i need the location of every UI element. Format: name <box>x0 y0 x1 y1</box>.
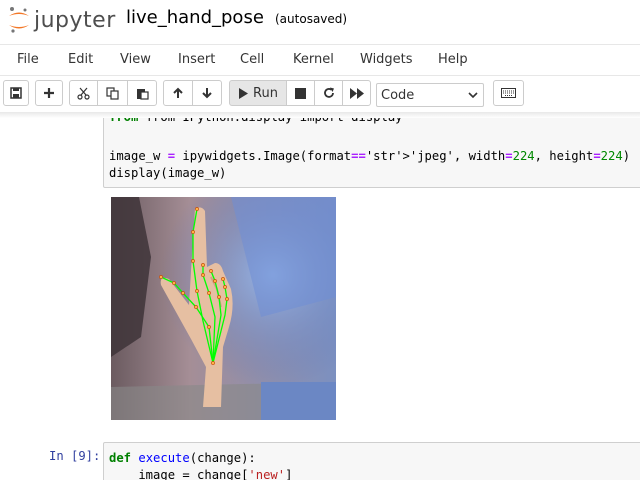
menu-edit[interactable]: Edit <box>68 52 93 67</box>
menubar: File Edit View Insert Cell Kernel Widget… <box>0 44 640 76</box>
save-button[interactable] <box>3 80 29 106</box>
logo-text: jupyter <box>34 7 116 33</box>
menu-insert[interactable]: Insert <box>178 52 215 67</box>
notebook-container: from from IPython.display import display… <box>0 112 640 480</box>
keyboard-icon <box>501 88 516 98</box>
cell-type-value: Code <box>381 87 415 103</box>
restart-button[interactable] <box>314 80 343 106</box>
code-line: image_w = ipywidgets.Image(format=='str'… <box>109 149 631 163</box>
stop-icon <box>295 87 306 99</box>
command-palette-button[interactable] <box>493 80 524 106</box>
copy-icon <box>106 86 119 100</box>
hand-pose-output-image <box>111 197 336 420</box>
toolbar: Run <box>0 77 640 110</box>
code-line: def execute(change): <box>109 451 256 465</box>
jupyter-logo[interactable]: jupyter <box>8 5 116 35</box>
plus-icon <box>44 88 54 98</box>
cell-type-select[interactable]: Code <box>376 83 484 107</box>
restart-icon <box>323 87 334 98</box>
header: jupyter live_hand_pose (autosaved) <box>0 0 640 42</box>
menu-view[interactable]: View <box>120 52 151 67</box>
menu-cell[interactable]: Cell <box>240 52 264 67</box>
code-line: display(image_w) <box>109 166 227 180</box>
interrupt-button[interactable] <box>286 80 315 106</box>
save-icon <box>10 87 22 99</box>
paste-icon <box>136 88 149 100</box>
copy-button[interactable] <box>97 80 128 106</box>
paste-button[interactable] <box>127 80 157 106</box>
run-label: Run <box>253 85 278 101</box>
toolbar-shadow <box>0 112 640 118</box>
code-cell-input[interactable]: from from IPython.display import display… <box>103 112 640 188</box>
notebook-title[interactable]: live_hand_pose <box>126 7 264 28</box>
code-cell-input[interactable]: def execute(change): image = change['new… <box>103 442 640 480</box>
menu-widgets[interactable]: Widgets <box>360 52 413 67</box>
autosave-status: (autosaved) <box>275 12 348 26</box>
menu-kernel[interactable]: Kernel <box>293 52 334 67</box>
menu-help[interactable]: Help <box>438 52 468 67</box>
menu-file[interactable]: File <box>17 52 39 67</box>
move-up-button[interactable] <box>163 80 193 106</box>
cell-prompt: In [9]: <box>49 449 101 463</box>
arrow-up-icon <box>173 87 183 98</box>
scissors-icon <box>77 87 90 100</box>
code-line: image = change['new'] <box>109 468 293 480</box>
restart-run-all-button[interactable] <box>342 80 371 106</box>
insert-cell-button[interactable] <box>35 80 63 106</box>
run-button[interactable]: Run <box>229 80 287 106</box>
cut-button[interactable] <box>69 80 98 106</box>
chevron-down-icon <box>468 92 478 99</box>
jupyter-logo-icon <box>9 7 29 33</box>
play-icon <box>239 87 249 99</box>
camera-frame-image <box>111 197 336 420</box>
move-down-button[interactable] <box>192 80 222 106</box>
arrow-down-icon <box>202 88 212 99</box>
fast-forward-icon <box>349 87 364 99</box>
